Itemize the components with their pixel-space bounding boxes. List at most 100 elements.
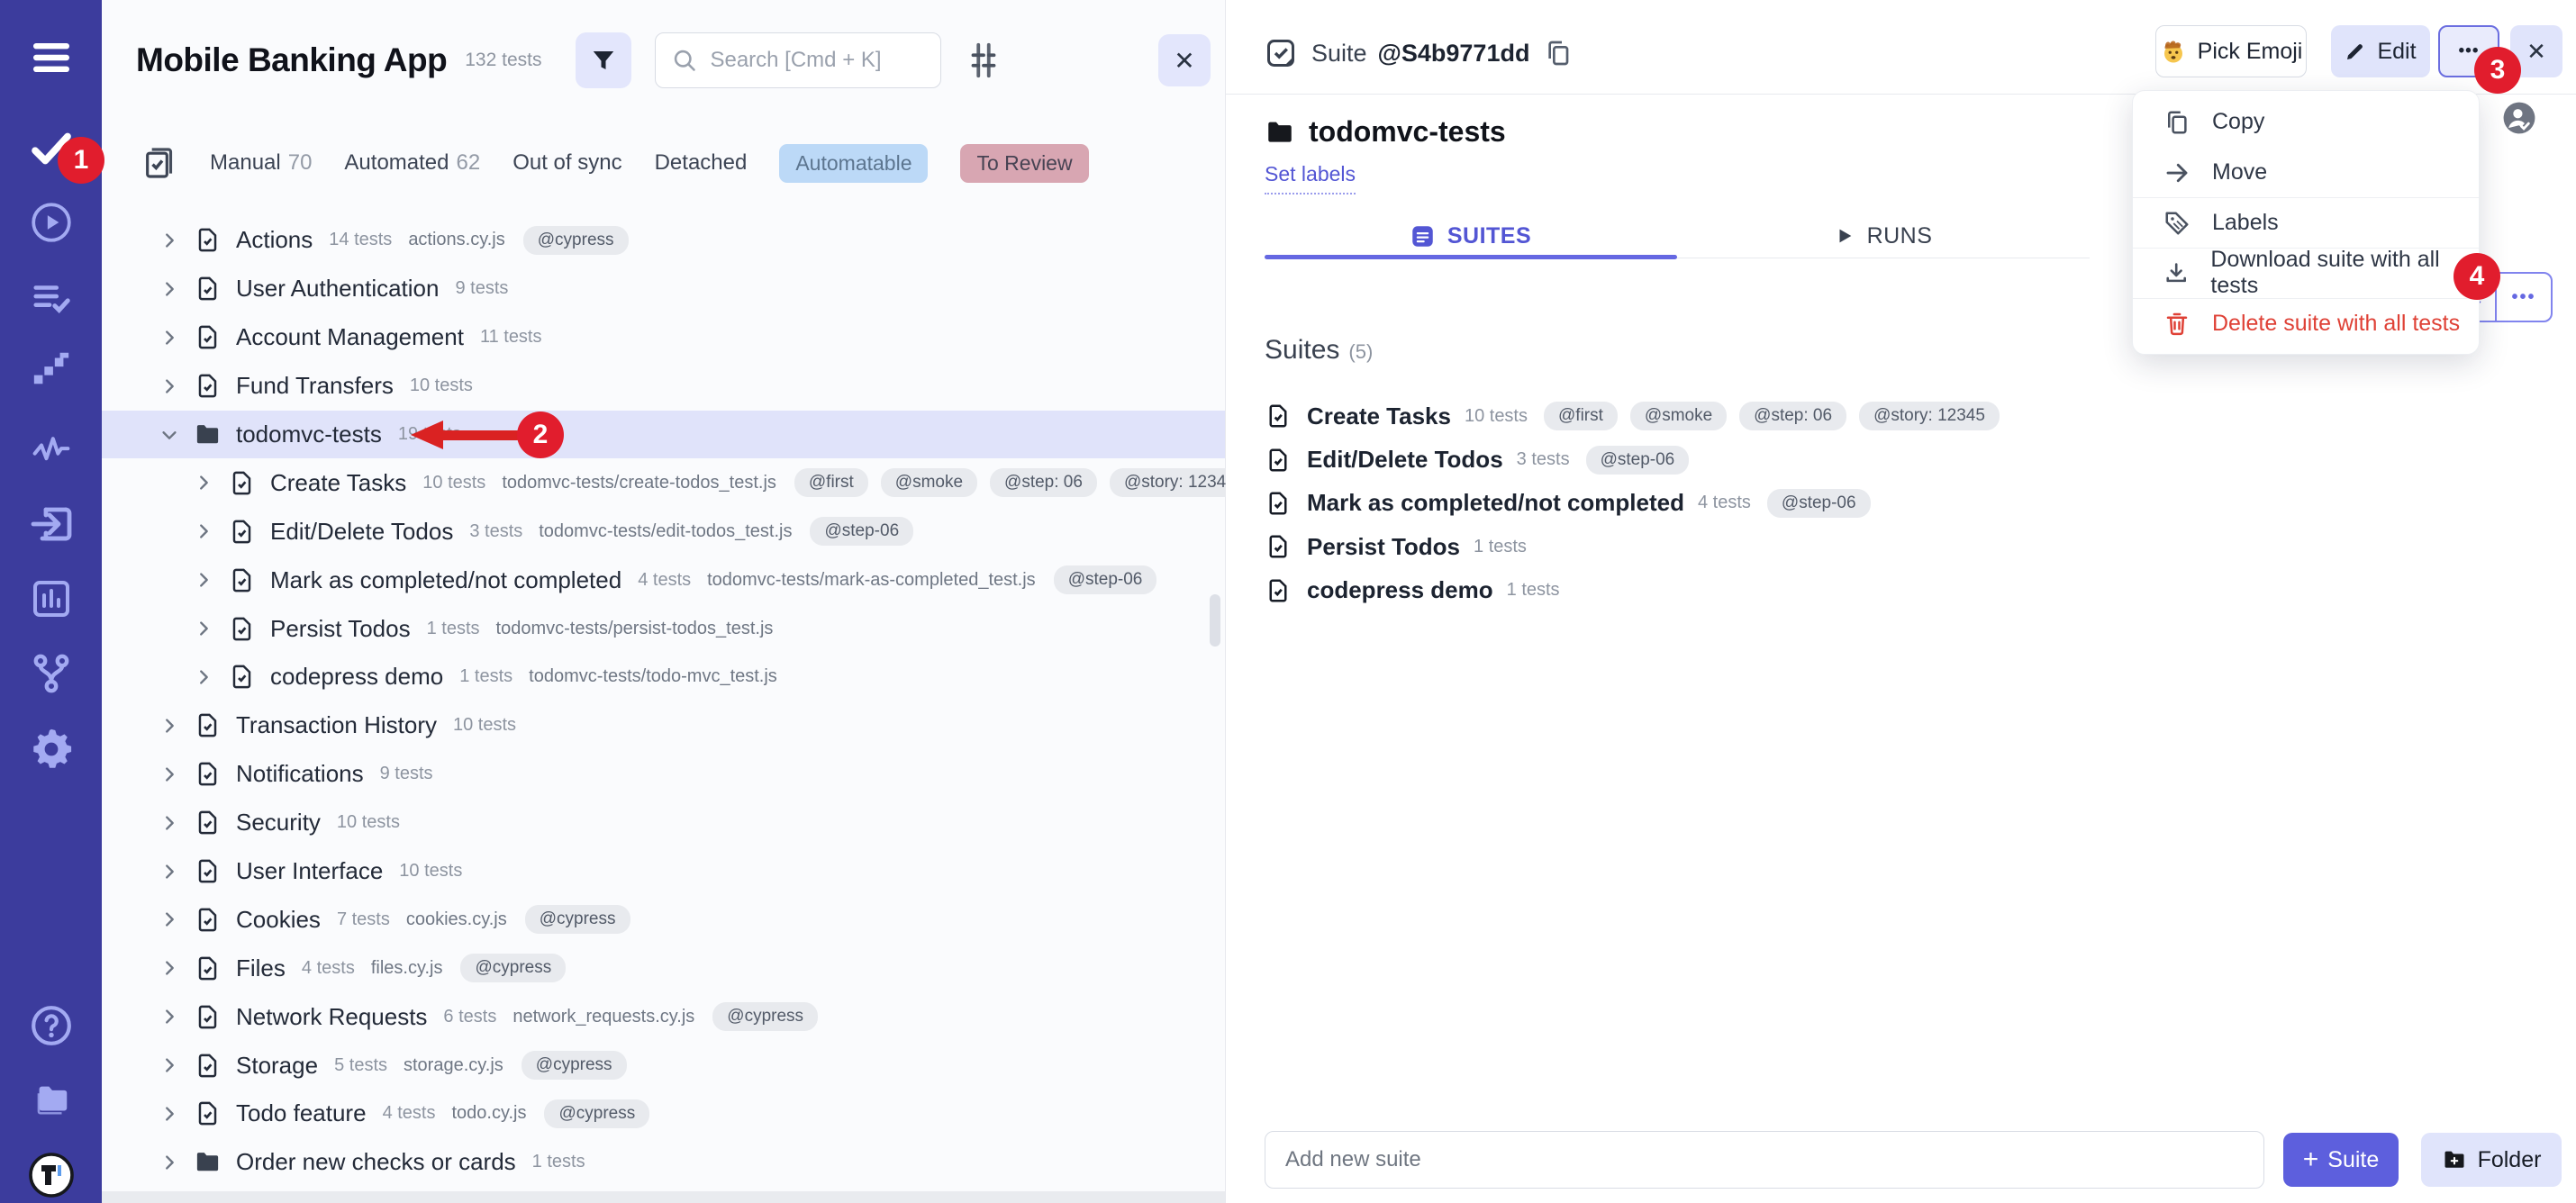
tree-item-create-tasks[interactable]: Create Tasks 10 tests todomvc-tests/crea… — [102, 458, 1225, 507]
tree-item-codepress-demo[interactable]: codepress demo 1 tests todomvc-tests/tod… — [102, 653, 1225, 701]
menu-item-labels[interactable]: Labels — [2133, 197, 2479, 248]
tab-automatable[interactable]: Automatable — [779, 144, 928, 183]
add-folder-button[interactable]: Folder — [2421, 1133, 2562, 1187]
filter-settings-icon[interactable] — [963, 40, 1004, 81]
tree-item-edit-delete-todos[interactable]: Edit/Delete Todos 3 tests todomvc-tests/… — [102, 507, 1225, 556]
chevron-right-icon[interactable] — [194, 619, 213, 638]
suite-id: @S4b9771dd — [1378, 40, 1530, 68]
search-input[interactable]: Search [Cmd + K] — [655, 32, 941, 88]
tree-item-order-new-checks[interactable]: Order new checks or cards 1 tests — [102, 1138, 1225, 1187]
settings-gear-icon[interactable] — [28, 726, 75, 773]
tab-suites[interactable]: SUITES — [1265, 214, 1677, 258]
chevron-right-icon[interactable] — [159, 1007, 179, 1027]
suite-row-count: 1 tests — [1474, 537, 1527, 557]
chevron-right-icon[interactable] — [159, 1055, 179, 1075]
chevron-right-icon[interactable] — [159, 716, 179, 736]
tab-out-of-sync[interactable]: Out of sync — [512, 150, 621, 176]
chevron-right-icon[interactable] — [159, 279, 179, 299]
tag-pill: @step: 06 — [1739, 402, 1846, 430]
suite-row-mark-as-completed[interactable]: Mark as completed/not completed 4 tests … — [1265, 482, 2540, 525]
tree-item-persist-todos[interactable]: Persist Todos 1 tests todomvc-tests/pers… — [102, 604, 1225, 653]
tag-pill: @step-06 — [810, 517, 913, 546]
plans-list-check-icon[interactable] — [29, 277, 74, 319]
tree-item-fund-transfers[interactable]: Fund Transfers 10 tests — [102, 362, 1225, 411]
tree-item-todomvc-tests[interactable]: todomvc-tests 19 tests — [102, 411, 1225, 459]
chevron-right-icon[interactable] — [159, 813, 179, 833]
edit-suite-button[interactable]: Edit — [2331, 25, 2430, 77]
menu-icon[interactable] — [28, 36, 75, 79]
suite-row-count: 3 tests — [1517, 449, 1570, 470]
chevron-right-icon[interactable] — [159, 862, 179, 882]
chevron-right-icon[interactable] — [159, 231, 179, 250]
menu-item-download[interactable]: Download suite with all tests — [2133, 248, 2479, 298]
menu-item-move[interactable]: Move — [2133, 148, 2479, 198]
pick-emoji-button[interactable]: Pick Emoji — [2155, 25, 2307, 77]
tree-item-user-authentication[interactable]: User Authentication 9 tests — [102, 265, 1225, 313]
ellipsis-icon: ••• — [2459, 41, 2480, 61]
suite-row-codepress-demo[interactable]: codepress demo 1 tests — [1265, 569, 2540, 612]
testomat-logo[interactable] — [29, 1153, 74, 1198]
suite-row-persist-todos[interactable]: Persist Todos 1 tests — [1265, 525, 2540, 568]
tree-item-actions[interactable]: Actions 14 tests actions.cy.js @cypress — [102, 216, 1225, 265]
chevron-right-icon[interactable] — [159, 958, 179, 978]
tree-item-network-requests[interactable]: Network Requests 6 tests network_request… — [102, 992, 1225, 1041]
close-tree-panel-button[interactable]: ✕ — [1158, 34, 1211, 86]
chevron-down-icon[interactable] — [159, 425, 179, 445]
tree-item-count: 10 tests — [337, 812, 400, 833]
test-file-icon — [228, 663, 256, 691]
tree-item-transaction-history[interactable]: Transaction History 10 tests — [102, 701, 1225, 750]
tree-item-cookies[interactable]: Cookies 7 tests cookies.cy.js @cypress — [102, 895, 1225, 944]
copy-id-icon[interactable] — [1544, 39, 1573, 68]
tree-item-mark-as-completed[interactable]: Mark as completed/not completed 4 tests … — [102, 556, 1225, 604]
tree-horizontal-scrollbar[interactable] — [102, 1191, 1225, 1203]
tree-item-files[interactable]: Files 4 tests files.cy.js @cypress — [102, 944, 1225, 992]
chevron-right-icon[interactable] — [194, 521, 213, 541]
tab-to-review[interactable]: To Review — [960, 144, 1088, 183]
set-labels-link[interactable]: Set labels — [1265, 162, 1356, 194]
split-button-ellipsis[interactable]: ••• — [2497, 274, 2551, 321]
chevron-right-icon[interactable] — [159, 1153, 179, 1172]
add-suite-button[interactable]: + Suite — [2283, 1133, 2399, 1187]
chevron-right-icon[interactable] — [194, 667, 213, 687]
steps-icon[interactable] — [29, 348, 74, 389]
chevron-right-icon[interactable] — [159, 764, 179, 784]
tag-pill: @first — [794, 468, 868, 497]
tree-item-storage[interactable]: Storage 5 tests storage.cy.js @cypress — [102, 1041, 1225, 1090]
analytics-pulse-icon[interactable] — [29, 430, 74, 470]
tree-item-user-interface[interactable]: User Interface 10 tests — [102, 847, 1225, 896]
chevron-right-icon[interactable] — [159, 909, 179, 929]
tree-item-todo-feature[interactable]: Todo feature 4 tests todo.cy.js @cypress — [102, 1090, 1225, 1138]
suite-row-create-tasks[interactable]: Create Tasks 10 tests @first @smoke @ste… — [1265, 394, 2540, 438]
tree-item-count: 7 tests — [337, 909, 390, 930]
runs-play-icon[interactable] — [29, 200, 74, 245]
import-icon[interactable] — [28, 502, 75, 546]
tree-scrollbar-thumb[interactable] — [1210, 594, 1220, 647]
tab-manual[interactable]: Manual70 — [210, 150, 312, 176]
chevron-right-icon[interactable] — [194, 473, 213, 493]
tree-item-notifications[interactable]: Notifications 9 tests — [102, 750, 1225, 799]
menu-item-copy[interactable]: Copy — [2133, 97, 2479, 148]
suite-row-count: 4 tests — [1698, 493, 1751, 513]
menu-item-delete[interactable]: Delete suite with all tests — [2133, 298, 2479, 348]
chevron-right-icon[interactable] — [159, 328, 179, 348]
help-icon[interactable] — [29, 1003, 74, 1048]
folder-plus-icon — [2442, 1147, 2467, 1172]
add-new-suite-input[interactable] — [1265, 1131, 2264, 1189]
tab-detached[interactable]: Detached — [655, 150, 748, 176]
tree-item-security[interactable]: Security 10 tests — [102, 799, 1225, 847]
bulk-check-icon[interactable] — [141, 145, 177, 181]
suite-row-edit-delete-todos[interactable]: Edit/Delete Todos 3 tests @step-06 — [1265, 438, 2540, 481]
test-file-icon — [194, 1003, 222, 1031]
assignee-avatar-icon[interactable] — [2502, 101, 2536, 135]
tree-item-account-management[interactable]: Account Management 11 tests — [102, 313, 1225, 362]
chevron-right-icon[interactable] — [194, 570, 213, 590]
projects-folders-icon[interactable] — [28, 1079, 75, 1120]
tab-automated[interactable]: Automated62 — [344, 150, 480, 176]
chevron-right-icon[interactable] — [159, 1104, 179, 1124]
chevron-right-icon[interactable] — [159, 376, 179, 396]
branches-git-icon[interactable] — [30, 652, 73, 695]
reports-chart-icon[interactable] — [30, 577, 73, 620]
tree-item-count: 5 tests — [334, 1055, 387, 1076]
filter-button[interactable] — [576, 32, 631, 88]
tab-runs[interactable]: RUNS — [1677, 214, 2090, 258]
